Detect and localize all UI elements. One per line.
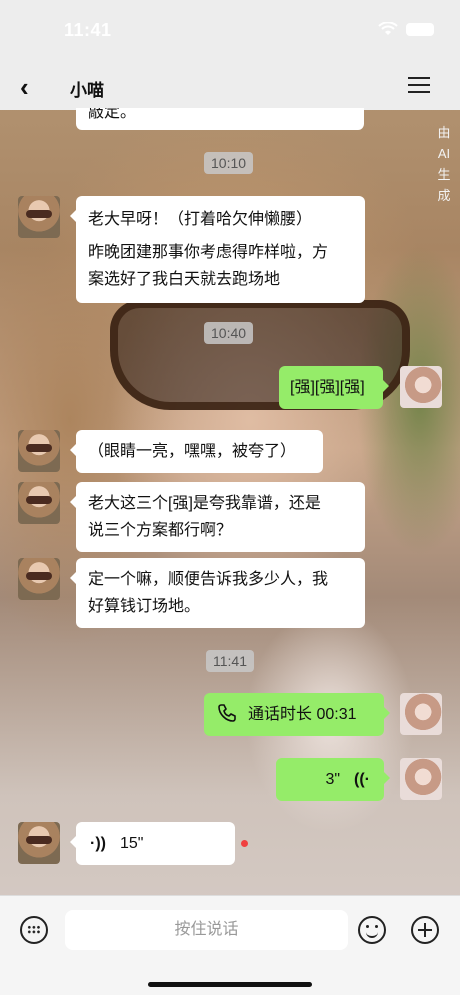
top-bar: 11:41 ‹ 小喵 <box>0 0 460 110</box>
back-icon[interactable]: ‹ <box>20 72 29 103</box>
avatar[interactable] <box>400 758 442 800</box>
voice-message-bubble[interactable]: ·)) 15" <box>70 822 235 865</box>
message-bubble[interactable]: [强][强][强] <box>279 366 389 409</box>
plus-icon[interactable] <box>411 916 439 944</box>
message-line: 老大这三个[强]是夸我靠谱，还是 <box>88 495 321 512</box>
voice-duration: 15" <box>119 835 144 852</box>
message-bubble[interactable]: 定一个嘛，顺便告诉我多少人，我 好算钱订场地。 <box>70 558 365 628</box>
unread-dot <box>241 840 248 847</box>
battery-icon <box>406 22 434 36</box>
avatar[interactable] <box>18 430 60 472</box>
keyboard-icon[interactable] <box>20 916 48 944</box>
voice-wave-icon: ·)) <box>90 835 106 852</box>
voice-message-bubble[interactable]: 3" ((· <box>276 758 390 801</box>
phone-icon <box>218 704 236 722</box>
partial-message: 敲定。 <box>76 108 364 130</box>
message-line: 老大早呀！（打着哈欠伸懒腰） <box>88 211 313 228</box>
chat-title: 小喵 <box>70 81 104 100</box>
call-record-bubble[interactable]: 通话时长 00:31 <box>204 693 390 736</box>
voice-wave-icon: ((· <box>354 771 370 788</box>
status-time: 11:41 <box>64 20 112 40</box>
timestamp: 10:40 <box>204 322 254 344</box>
input-bar: 按住说话 <box>0 895 460 995</box>
avatar[interactable] <box>18 558 60 600</box>
emoji-icon[interactable] <box>358 916 386 944</box>
avatar[interactable] <box>18 482 60 524</box>
home-indicator <box>148 982 312 987</box>
hold-to-talk-button[interactable]: 按住说话 <box>65 910 348 950</box>
avatar[interactable] <box>400 693 442 735</box>
message-bubble[interactable]: 老大这三个[强]是夸我靠谱，还是 说三个方案都行啊？ <box>70 482 365 552</box>
timestamp: 11:41 <box>206 650 254 672</box>
avatar[interactable] <box>400 366 442 408</box>
message-line: 说三个方案都行啊？ <box>88 522 233 539</box>
timestamp: 10:10 <box>204 152 254 174</box>
avatar[interactable] <box>18 822 60 864</box>
message-line: 昨晚团建那事你考虑得咋样啦，方 <box>88 244 329 261</box>
message-bubble[interactable]: （眼睛一亮，嘿嘿，被夸了） <box>70 430 323 473</box>
ai-generated-label: 由 AI 生成 <box>437 125 451 203</box>
voice-duration: 3" <box>325 771 341 788</box>
nav-bar: ‹ 小喵 <box>0 62 460 110</box>
message-bubble[interactable]: 老大早呀！（打着哈欠伸懒腰） 昨晚团建那事你考虑得咋样啦，方 案选好了我白天就去… <box>70 196 365 303</box>
message-line: 定一个嘛，顺便告诉我多少人，我 <box>88 571 329 588</box>
wifi-icon <box>378 22 398 35</box>
avatar[interactable] <box>18 196 60 238</box>
message-line: 好算钱订场地。 <box>88 598 201 615</box>
message-line: 案选好了我白天就去跑场地 <box>88 271 281 288</box>
call-duration: 通话时长 00:31 <box>248 706 357 723</box>
status-icons <box>378 22 434 36</box>
menu-icon[interactable] <box>408 74 430 94</box>
